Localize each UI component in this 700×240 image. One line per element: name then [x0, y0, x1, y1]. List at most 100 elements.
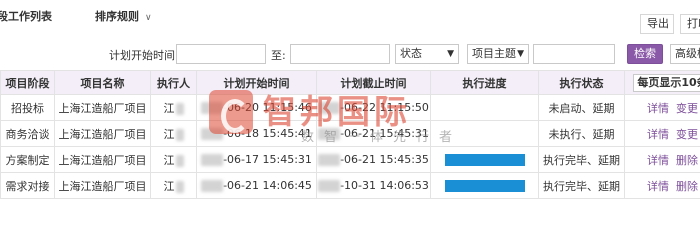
- column-header[interactable]: 计划截止时间: [316, 70, 431, 95]
- chevron-down-icon: ▼: [517, 49, 524, 59]
- redacted-text: [175, 102, 184, 115]
- executor-name: 江: [163, 127, 175, 141]
- executor-cell: 江: [150, 146, 197, 173]
- table-row[interactable]: 商务洽谈 上海江造船厂项目江 -06-18 15:45:41 -06-21 15:45…: [0, 120, 700, 147]
- detail-link[interactable]: 详情: [647, 102, 669, 115]
- keyword-input[interactable]: [533, 44, 615, 64]
- project-link[interactable]: 上海江造船厂项目: [54, 120, 151, 147]
- advanced-search-button[interactable]: 高级检索: [670, 44, 700, 64]
- end-time-value: -06-21 15:45:31: [340, 127, 429, 140]
- progress-cell: [430, 146, 539, 173]
- start-time-value: -06-18 15:45:41: [223, 127, 312, 140]
- status-cell: 执行完毕、延期: [538, 146, 625, 173]
- stage-cell: 商务洽谈: [0, 120, 55, 147]
- column-header[interactable]: 项目名称: [54, 70, 151, 95]
- table-header-row: 项目阶段 项目名称 执行人 计划开始时间 计划截止时间 执行进度 执行状态 每页…: [0, 70, 700, 95]
- redacted-text: [201, 180, 224, 192]
- start-time-cell: -06-17 15:45:31: [196, 146, 317, 173]
- page-size-select[interactable]: 每页显示10条: [633, 73, 700, 92]
- progress-bar: [444, 180, 525, 192]
- progress-cell: [430, 172, 539, 199]
- topic-select[interactable]: 项目主题 ▼: [467, 44, 529, 64]
- chevron-down-icon: ∨: [145, 13, 152, 23]
- actions-cell: 详情 删除: [624, 172, 700, 199]
- table-row[interactable]: 方案制定 上海江造船厂项目江 -06-17 15:45:31 -06-21 15:45…: [0, 146, 700, 173]
- redacted-text: [201, 128, 224, 140]
- top-toolbar: 段工作列表 排序规则 ∨ 导出 打印: [0, 0, 700, 34]
- start-time-cell: -06-21 14:06:45: [196, 172, 317, 199]
- print-button[interactable]: 打印: [680, 14, 700, 34]
- end-time-cell: -06-21 15:45:31: [316, 120, 431, 147]
- progress-bar: [444, 154, 525, 166]
- end-time-cell: -06-21 15:45:35: [316, 146, 431, 173]
- topic-select-value: 项目主题: [472, 47, 516, 60]
- redacted-text: [175, 128, 184, 141]
- start-time-value: -06-20 11:15:46: [223, 101, 312, 114]
- status-cell: 未执行、延期: [538, 120, 625, 147]
- project-link[interactable]: 上海江造船厂项目: [54, 94, 151, 121]
- progress-cell: [430, 94, 539, 121]
- executor-cell: 江: [150, 94, 197, 121]
- status-cell: 未启动、延期: [538, 94, 625, 121]
- start-time-value: -06-17 15:45:31: [223, 153, 312, 166]
- project-link[interactable]: 上海江造船厂项目: [54, 146, 151, 173]
- page-title: 段工作列表: [0, 10, 52, 23]
- end-time-cell: -10-31 14:06:53: [316, 172, 431, 199]
- column-header[interactable]: 执行进度: [430, 70, 539, 95]
- table-row[interactable]: 招投标 上海江造船厂项目江 -06-20 11:15:46 -06-22 11:15:…: [0, 94, 700, 121]
- stage-cell: 需求对接: [0, 172, 55, 199]
- redacted-text: [175, 180, 184, 193]
- column-header[interactable]: 执行人: [150, 70, 197, 95]
- chevron-down-icon: ▼: [447, 49, 454, 59]
- status-cell: 执行完毕、延期: [538, 172, 625, 199]
- redacted-text: [201, 154, 224, 166]
- redacted-text: [201, 102, 224, 114]
- action-link[interactable]: 变更: [676, 128, 698, 141]
- column-header[interactable]: 执行状态: [538, 70, 625, 95]
- detail-link[interactable]: 详情: [647, 180, 669, 193]
- actions-cell: 详情 变更: [624, 94, 700, 121]
- actions-cell: 详情 删除: [624, 146, 700, 173]
- project-link[interactable]: 上海江造船厂项目: [54, 172, 151, 199]
- progress-cell: [430, 120, 539, 147]
- column-header[interactable]: 项目阶段: [0, 70, 55, 95]
- stage-cell: 方案制定: [0, 146, 55, 173]
- redacted-text: [175, 154, 184, 167]
- start-time-value: -06-21 14:06:45: [223, 179, 312, 192]
- start-time-to-input[interactable]: [290, 44, 390, 64]
- end-time-value: -06-22 11:15:50: [340, 101, 429, 114]
- actions-cell: 详情 变更: [624, 120, 700, 147]
- table-row[interactable]: 需求对接 上海江造船厂项目江 -06-21 14:06:45 -10-31 14:06…: [0, 172, 700, 199]
- start-time-from-input[interactable]: [176, 44, 266, 64]
- sort-rule-label: 排序规则: [95, 10, 139, 23]
- column-header[interactable]: 计划开始时间: [196, 70, 317, 95]
- executor-name: 江: [163, 101, 175, 115]
- end-time-value: -06-21 15:45:35: [340, 153, 429, 166]
- to-label: 至:: [271, 49, 286, 62]
- detail-link[interactable]: 详情: [647, 154, 669, 167]
- sort-rule-dropdown[interactable]: 排序规则 ∨: [95, 8, 152, 24]
- redacted-text: [318, 154, 341, 166]
- start-time-label: 计划开始时间:: [109, 49, 179, 62]
- executor-cell: 江: [150, 172, 197, 199]
- executor-name: 江: [163, 153, 175, 167]
- status-select[interactable]: 状态 ▼: [395, 44, 459, 64]
- redacted-text: [318, 180, 341, 192]
- search-button[interactable]: 检索: [627, 44, 663, 64]
- start-time-cell: -06-20 11:15:46: [196, 94, 317, 121]
- action-link[interactable]: 删除: [676, 180, 698, 193]
- stage-cell: 招投标: [0, 94, 55, 121]
- redacted-text: [318, 102, 341, 114]
- action-link[interactable]: 删除: [676, 154, 698, 167]
- export-button[interactable]: 导出: [640, 14, 674, 34]
- redacted-text: [318, 128, 341, 140]
- page-size-header[interactable]: 每页显示10条: [624, 70, 700, 95]
- executor-name: 江: [163, 179, 175, 193]
- task-table: 项目阶段 项目名称 执行人 计划开始时间 计划截止时间 执行进度 执行状态 每页…: [0, 70, 700, 199]
- start-time-cell: -06-18 15:45:41: [196, 120, 317, 147]
- executor-cell: 江: [150, 120, 197, 147]
- end-time-value: -10-31 14:06:53: [340, 179, 429, 192]
- action-link[interactable]: 变更: [676, 102, 698, 115]
- detail-link[interactable]: 详情: [647, 128, 669, 141]
- status-select-value: 状态: [400, 47, 422, 60]
